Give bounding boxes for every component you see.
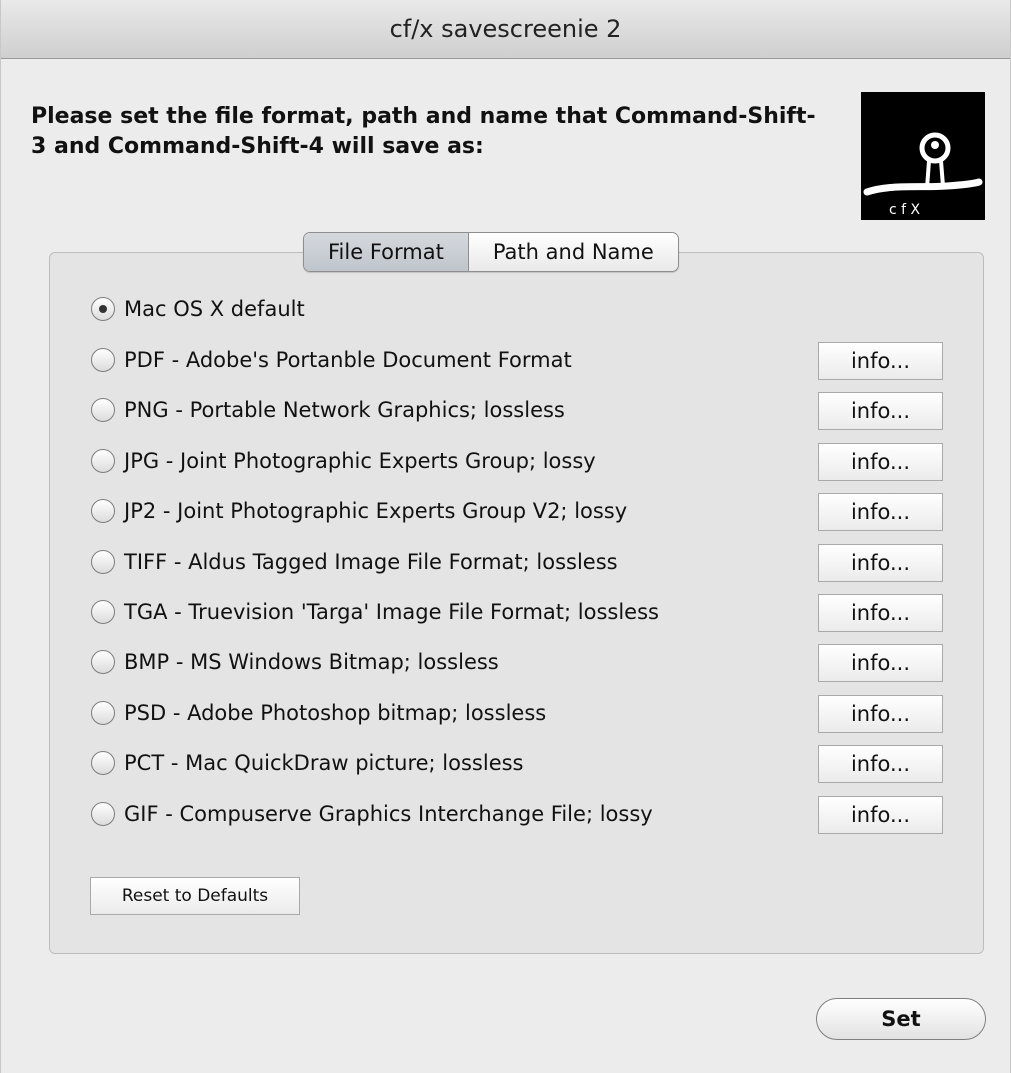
format-label: Mac OS X default xyxy=(124,297,305,321)
radio-button[interactable] xyxy=(91,348,115,372)
window-title: cf/x savescreenie 2 xyxy=(389,15,622,43)
cfx-logo-graphic: c f X xyxy=(863,132,983,218)
cfx-logo-icon: c f X xyxy=(861,92,985,220)
tab-file-format[interactable]: File Format xyxy=(304,233,469,271)
format-option-pct[interactable]: PCT - Mac QuickDraw picture; lossless in… xyxy=(91,743,951,783)
format-option-png[interactable]: PNG - Portable Network Graphics; lossles… xyxy=(91,390,951,430)
format-label: TIFF - Aldus Tagged Image File Format; l… xyxy=(124,550,618,574)
title-bar[interactable]: cf/x savescreenie 2 xyxy=(1,0,1010,59)
format-label: JP2 - Joint Photographic Experts Group V… xyxy=(124,499,628,523)
format-label: BMP - MS Windows Bitmap; lossless xyxy=(124,650,499,674)
info-button-gif[interactable]: info... xyxy=(818,796,943,834)
reset-to-defaults-button[interactable]: Reset to Defaults xyxy=(90,877,300,915)
radio-button[interactable] xyxy=(91,701,115,725)
format-option-tiff[interactable]: TIFF - Aldus Tagged Image File Format; l… xyxy=(91,542,951,582)
format-option-jp2[interactable]: JP2 - Joint Photographic Experts Group V… xyxy=(91,491,951,531)
info-button-pct[interactable]: info... xyxy=(818,745,943,783)
format-option-jpg[interactable]: JPG - Joint Photographic Experts Group; … xyxy=(91,441,951,481)
format-label: PSD - Adobe Photoshop bitmap; lossless xyxy=(124,701,547,725)
radio-selected-dot xyxy=(99,305,107,313)
tab-bar: File Format Path and Name xyxy=(303,232,679,272)
format-label: PNG - Portable Network Graphics; lossles… xyxy=(124,398,565,422)
radio-button[interactable] xyxy=(91,398,115,422)
logo-text: c f X xyxy=(889,202,921,218)
info-button-tiff[interactable]: info... xyxy=(818,544,943,582)
info-button-bmp[interactable]: info... xyxy=(818,644,943,682)
radio-button[interactable] xyxy=(91,650,115,674)
format-label: JPG - Joint Photographic Experts Group; … xyxy=(124,449,596,473)
radio-button[interactable] xyxy=(91,499,115,523)
format-label: GIF - Compuserve Graphics Interchange Fi… xyxy=(124,802,653,826)
format-label: TGA - Truevision 'Targa' Image File Form… xyxy=(124,600,659,624)
format-option-tga[interactable]: TGA - Truevision 'Targa' Image File Form… xyxy=(91,592,951,632)
format-option-gif[interactable]: GIF - Compuserve Graphics Interchange Fi… xyxy=(91,794,951,834)
format-label: PDF - Adobe's Portanble Document Format xyxy=(124,348,572,372)
radio-button[interactable] xyxy=(91,449,115,473)
info-button-pdf[interactable]: info... xyxy=(818,342,943,380)
info-button-tga[interactable]: info... xyxy=(818,594,943,632)
format-label: PCT - Mac QuickDraw picture; lossless xyxy=(124,751,524,775)
instruction-heading: Please set the file format, path and nam… xyxy=(31,104,816,159)
radio-button[interactable] xyxy=(91,297,115,321)
info-button-jpg[interactable]: info... xyxy=(818,443,943,481)
info-button-png[interactable]: info... xyxy=(818,392,943,430)
format-option-pdf[interactable]: PDF - Adobe's Portanble Document Format … xyxy=(91,340,951,380)
app-window: cf/x savescreenie 2 Please set the file … xyxy=(0,0,1011,1073)
radio-button[interactable] xyxy=(91,550,115,574)
format-option-macosx[interactable]: Mac OS X default xyxy=(91,289,951,329)
radio-button[interactable] xyxy=(91,802,115,826)
radio-button[interactable] xyxy=(91,600,115,624)
format-option-bmp[interactable]: BMP - MS Windows Bitmap; lossless info..… xyxy=(91,642,951,682)
format-option-psd[interactable]: PSD - Adobe Photoshop bitmap; lossless i… xyxy=(91,693,951,733)
set-button[interactable]: Set xyxy=(816,998,986,1040)
info-button-psd[interactable]: info... xyxy=(818,695,943,733)
info-button-jp2[interactable]: info... xyxy=(818,493,943,531)
radio-button[interactable] xyxy=(91,751,115,775)
tab-path-and-name[interactable]: Path and Name xyxy=(469,233,678,271)
